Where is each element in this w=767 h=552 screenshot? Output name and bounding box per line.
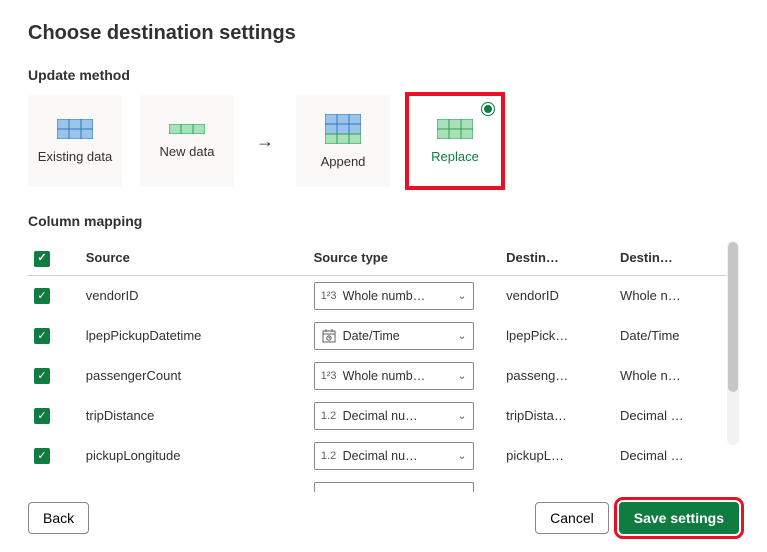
cell-destination-type: Decimal … bbox=[614, 436, 728, 476]
card-label: Existing data bbox=[38, 149, 112, 164]
card-label: Replace bbox=[431, 149, 479, 164]
arrow-icon: → bbox=[252, 131, 278, 152]
page-title: Choose destination settings bbox=[28, 22, 739, 45]
cell-destination-type: Date/Time bbox=[614, 316, 728, 356]
cell-source: pickupLongitude bbox=[80, 436, 308, 476]
header-source: Source bbox=[80, 241, 308, 275]
header-destination: Destin… bbox=[500, 241, 614, 275]
update-method-row: Existing data New data → Append Replace bbox=[28, 95, 739, 187]
cancel-button[interactable]: Cancel bbox=[535, 502, 609, 534]
type-label: Whole numb… bbox=[343, 369, 452, 383]
card-replace[interactable]: Replace bbox=[408, 95, 502, 187]
mapping-table: ✓ Source Source type Destin… Destin… ✓ ve… bbox=[28, 241, 728, 498]
scrollbar[interactable] bbox=[727, 241, 739, 445]
chevron-down-icon: ⌄ bbox=[457, 369, 466, 382]
chevron-down-icon: ⌄ bbox=[457, 289, 466, 302]
chevron-down-icon: ⌄ bbox=[457, 409, 466, 422]
save-settings-button[interactable]: Save settings bbox=[619, 502, 739, 534]
cell-destination: pickupL… bbox=[500, 436, 614, 476]
append-icon bbox=[325, 114, 361, 144]
cell-destination-type: Whole n… bbox=[614, 356, 728, 396]
type-icon: 1.2 bbox=[321, 410, 337, 422]
cell-destination: tripDista… bbox=[500, 396, 614, 436]
table-row-partial bbox=[28, 476, 728, 498]
card-existing-data: Existing data bbox=[28, 95, 122, 187]
type-label: Date/Time bbox=[343, 329, 452, 343]
header-checkbox[interactable]: ✓ bbox=[28, 241, 80, 275]
replace-icon bbox=[437, 119, 473, 139]
footer: Back Cancel Save settings bbox=[28, 502, 739, 534]
source-type-select[interactable]: 1²3 Whole numb… ⌄ bbox=[314, 282, 474, 310]
card-label: Append bbox=[321, 154, 366, 169]
card-label: New data bbox=[160, 144, 215, 159]
type-icon: 1.2 bbox=[321, 450, 337, 462]
source-type-select[interactable]: Date/Time ⌄ bbox=[314, 322, 474, 350]
back-button[interactable]: Back bbox=[28, 502, 89, 534]
cell-source: vendorID bbox=[80, 275, 308, 316]
table-row: ✓vendorID1²3Whole numb…⌄vendorIDWhole n… bbox=[28, 275, 728, 316]
cell-source: lpepPickupDatetime bbox=[80, 316, 308, 356]
card-append[interactable]: Append bbox=[296, 95, 390, 187]
source-type-select[interactable]: 1²3 Whole numb… ⌄ bbox=[314, 362, 474, 390]
row-checkbox[interactable]: ✓ bbox=[34, 368, 50, 384]
row-checkbox[interactable]: ✓ bbox=[34, 288, 50, 304]
cell-destination: vendorID bbox=[500, 275, 614, 316]
header-destination-type: Destin… bbox=[614, 241, 728, 275]
cell-destination-type: Decimal … bbox=[614, 396, 728, 436]
table-row: ✓ passengerCount 1²3 Whole numb… ⌄ passeng…Wh… bbox=[28, 356, 728, 396]
source-type-select[interactable] bbox=[314, 482, 474, 492]
header-source-type: Source type bbox=[308, 241, 501, 275]
cell-source: tripDistance bbox=[80, 396, 308, 436]
table-icon bbox=[57, 119, 93, 139]
scrollbar-thumb[interactable] bbox=[728, 242, 738, 392]
update-method-label: Update method bbox=[28, 67, 739, 83]
cell-destination-type: Whole n… bbox=[614, 275, 728, 316]
type-label: Decimal nu… bbox=[343, 409, 452, 423]
type-label: Decimal nu… bbox=[343, 449, 452, 463]
source-type-select[interactable]: 1.2 Decimal nu… ⌄ bbox=[314, 442, 474, 470]
cell-destination: passeng… bbox=[500, 356, 614, 396]
row-icon bbox=[169, 124, 205, 134]
table-row: ✓ pickupLongitude 1.2 Decimal nu… ⌄ pickupL…D… bbox=[28, 436, 728, 476]
table-row: ✓lpepPickupDatetimeDate/Time⌄lpepPick…Da… bbox=[28, 316, 728, 356]
table-row: ✓ tripDistance 1.2 Decimal nu… ⌄ tripDista…De… bbox=[28, 396, 728, 436]
card-new-data: New data bbox=[140, 95, 234, 187]
cell-destination: lpepPick… bbox=[500, 316, 614, 356]
column-mapping-label: Column mapping bbox=[28, 213, 739, 229]
row-checkbox[interactable]: ✓ bbox=[34, 328, 50, 344]
type-icon bbox=[321, 329, 337, 343]
type-icon: 1²3 bbox=[321, 290, 337, 302]
check-icon: ✓ bbox=[34, 251, 50, 267]
type-icon: 1²3 bbox=[321, 370, 337, 382]
type-label: Whole numb… bbox=[343, 289, 452, 303]
radio-selected-icon bbox=[481, 102, 495, 116]
row-checkbox[interactable]: ✓ bbox=[34, 448, 50, 464]
source-type-select[interactable]: 1.2 Decimal nu… ⌄ bbox=[314, 402, 474, 430]
cell-source: passengerCount bbox=[80, 356, 308, 396]
chevron-down-icon: ⌄ bbox=[457, 329, 466, 342]
row-checkbox[interactable]: ✓ bbox=[34, 408, 50, 424]
chevron-down-icon: ⌄ bbox=[457, 449, 466, 462]
